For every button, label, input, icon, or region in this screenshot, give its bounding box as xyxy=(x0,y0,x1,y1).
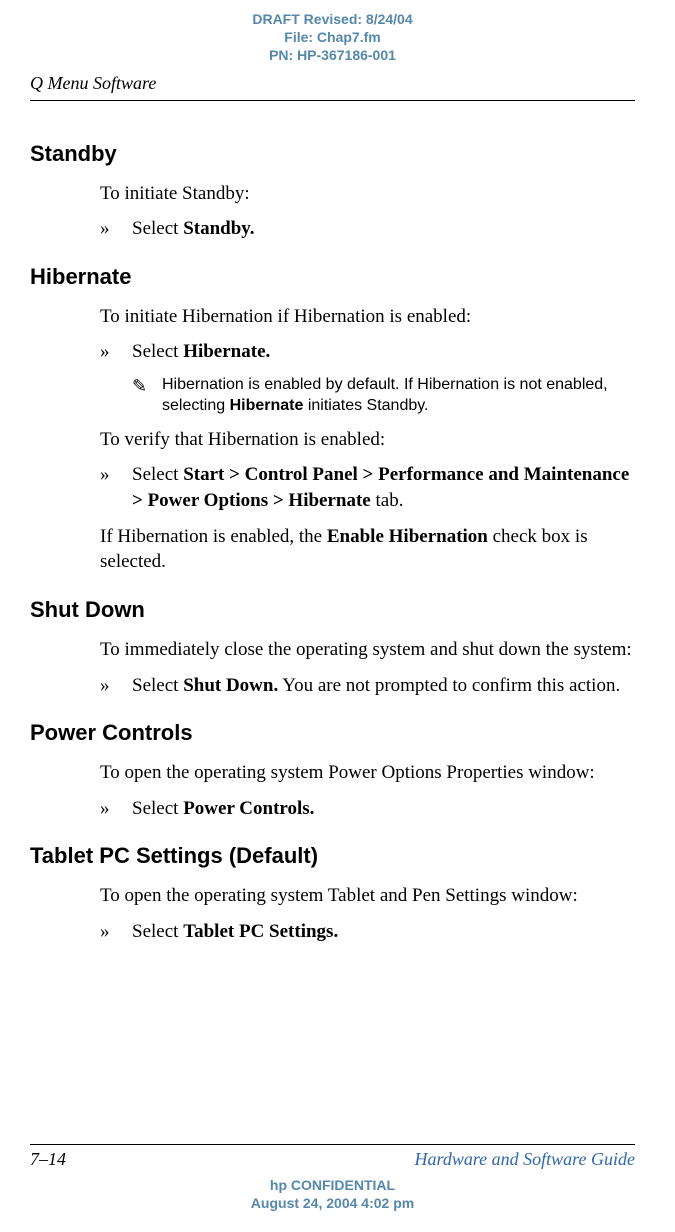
bullet-content: Select Hibernate. xyxy=(132,339,635,365)
bullet-pre: Select xyxy=(132,218,183,239)
draft-header: DRAFT Revised: 8/24/04 File: Chap7.fm PN… xyxy=(30,10,635,65)
page-number: 7–14 xyxy=(30,1149,66,1170)
hibernate-note: ✎ Hibernation is enabled by default. If … xyxy=(132,375,635,417)
result-pre: If Hibernation is enabled, the xyxy=(100,526,327,547)
heading-standby: Standby xyxy=(30,141,635,167)
hibernate-result: If Hibernation is enabled, the Enable Hi… xyxy=(100,524,635,575)
footer-line: 7–14 Hardware and Software Guide xyxy=(30,1149,635,1170)
heading-hibernate: Hibernate xyxy=(30,264,635,290)
bullet-bold: Standby. xyxy=(183,218,254,239)
bullet-pre: Select xyxy=(132,921,183,942)
bullet-bold: Hibernate. xyxy=(183,341,270,362)
bullet-post: You are not prompted to confirm this act… xyxy=(278,675,620,696)
confidential-line-1: hp CONFIDENTIAL xyxy=(30,1176,635,1194)
bullet-pre: Select xyxy=(132,798,183,819)
bullet-content: Select Tablet PC Settings. xyxy=(132,919,635,945)
page-footer: 7–14 Hardware and Software Guide hp CONF… xyxy=(30,1138,635,1212)
guide-title: Hardware and Software Guide xyxy=(415,1149,636,1170)
shutdown-bullet: » Select Shut Down. You are not prompted… xyxy=(100,673,635,699)
power-intro: To open the operating system Power Optio… xyxy=(100,760,635,786)
bullet-bold: Power Controls. xyxy=(183,798,314,819)
bullet-marker: » xyxy=(100,339,132,365)
tablet-bullet: » Select Tablet PC Settings. xyxy=(100,919,635,945)
shutdown-intro: To immediately close the operating syste… xyxy=(100,637,635,663)
hibernate-verify-bullet: » Select Start > Control Panel > Perform… xyxy=(100,462,635,513)
bullet-pre: Select xyxy=(132,341,183,362)
bullet-content: Select Standby. xyxy=(132,216,635,242)
bullet-bold: Tablet PC Settings. xyxy=(183,921,338,942)
heading-power: Power Controls xyxy=(30,720,635,746)
draft-line-3: PN: HP-367186-001 xyxy=(30,46,635,64)
bullet-bold: Shut Down. xyxy=(183,675,278,696)
note-bold: Hibernate xyxy=(230,397,304,414)
standby-bullet: » Select Standby. xyxy=(100,216,635,242)
verify-pre: Select xyxy=(132,464,183,485)
power-bullet: » Select Power Controls. xyxy=(100,796,635,822)
bullet-marker: » xyxy=(100,673,132,699)
heading-shutdown: Shut Down xyxy=(30,597,635,623)
bullet-marker: » xyxy=(100,796,132,822)
confidential-line-2: August 24, 2004 4:02 pm xyxy=(30,1194,635,1212)
hibernate-verify-intro: To verify that Hibernation is enabled: xyxy=(100,427,635,453)
verify-post: tab. xyxy=(371,490,404,511)
bullet-pre: Select xyxy=(132,675,183,696)
pencil-icon: ✎ xyxy=(132,375,162,417)
note-post: initiates Standby. xyxy=(303,397,428,414)
bullet-content: Select Power Controls. xyxy=(132,796,635,822)
heading-tablet: Tablet PC Settings (Default) xyxy=(30,843,635,869)
bullet-marker: » xyxy=(100,216,132,242)
bullet-marker: » xyxy=(100,462,132,513)
footer-rule: 7–14 Hardware and Software Guide xyxy=(30,1144,635,1170)
hibernate-intro: To initiate Hibernation if Hibernation i… xyxy=(100,304,635,330)
hibernate-bullet: » Select Hibernate. xyxy=(100,339,635,365)
note-content: Hibernation is enabled by default. If Hi… xyxy=(162,375,635,417)
bullet-content: Select Shut Down. You are not prompted t… xyxy=(132,673,635,699)
footer-confidential: hp CONFIDENTIAL August 24, 2004 4:02 pm xyxy=(30,1176,635,1212)
bullet-marker: » xyxy=(100,919,132,945)
tablet-intro: To open the operating system Tablet and … xyxy=(100,883,635,909)
draft-line-2: File: Chap7.fm xyxy=(30,28,635,46)
standby-intro: To initiate Standby: xyxy=(100,181,635,207)
result-bold: Enable Hibernation xyxy=(327,526,488,547)
page-header: Q Menu Software xyxy=(30,73,635,101)
bullet-content: Select Start > Control Panel > Performan… xyxy=(132,462,635,513)
draft-line-1: DRAFT Revised: 8/24/04 xyxy=(30,10,635,28)
